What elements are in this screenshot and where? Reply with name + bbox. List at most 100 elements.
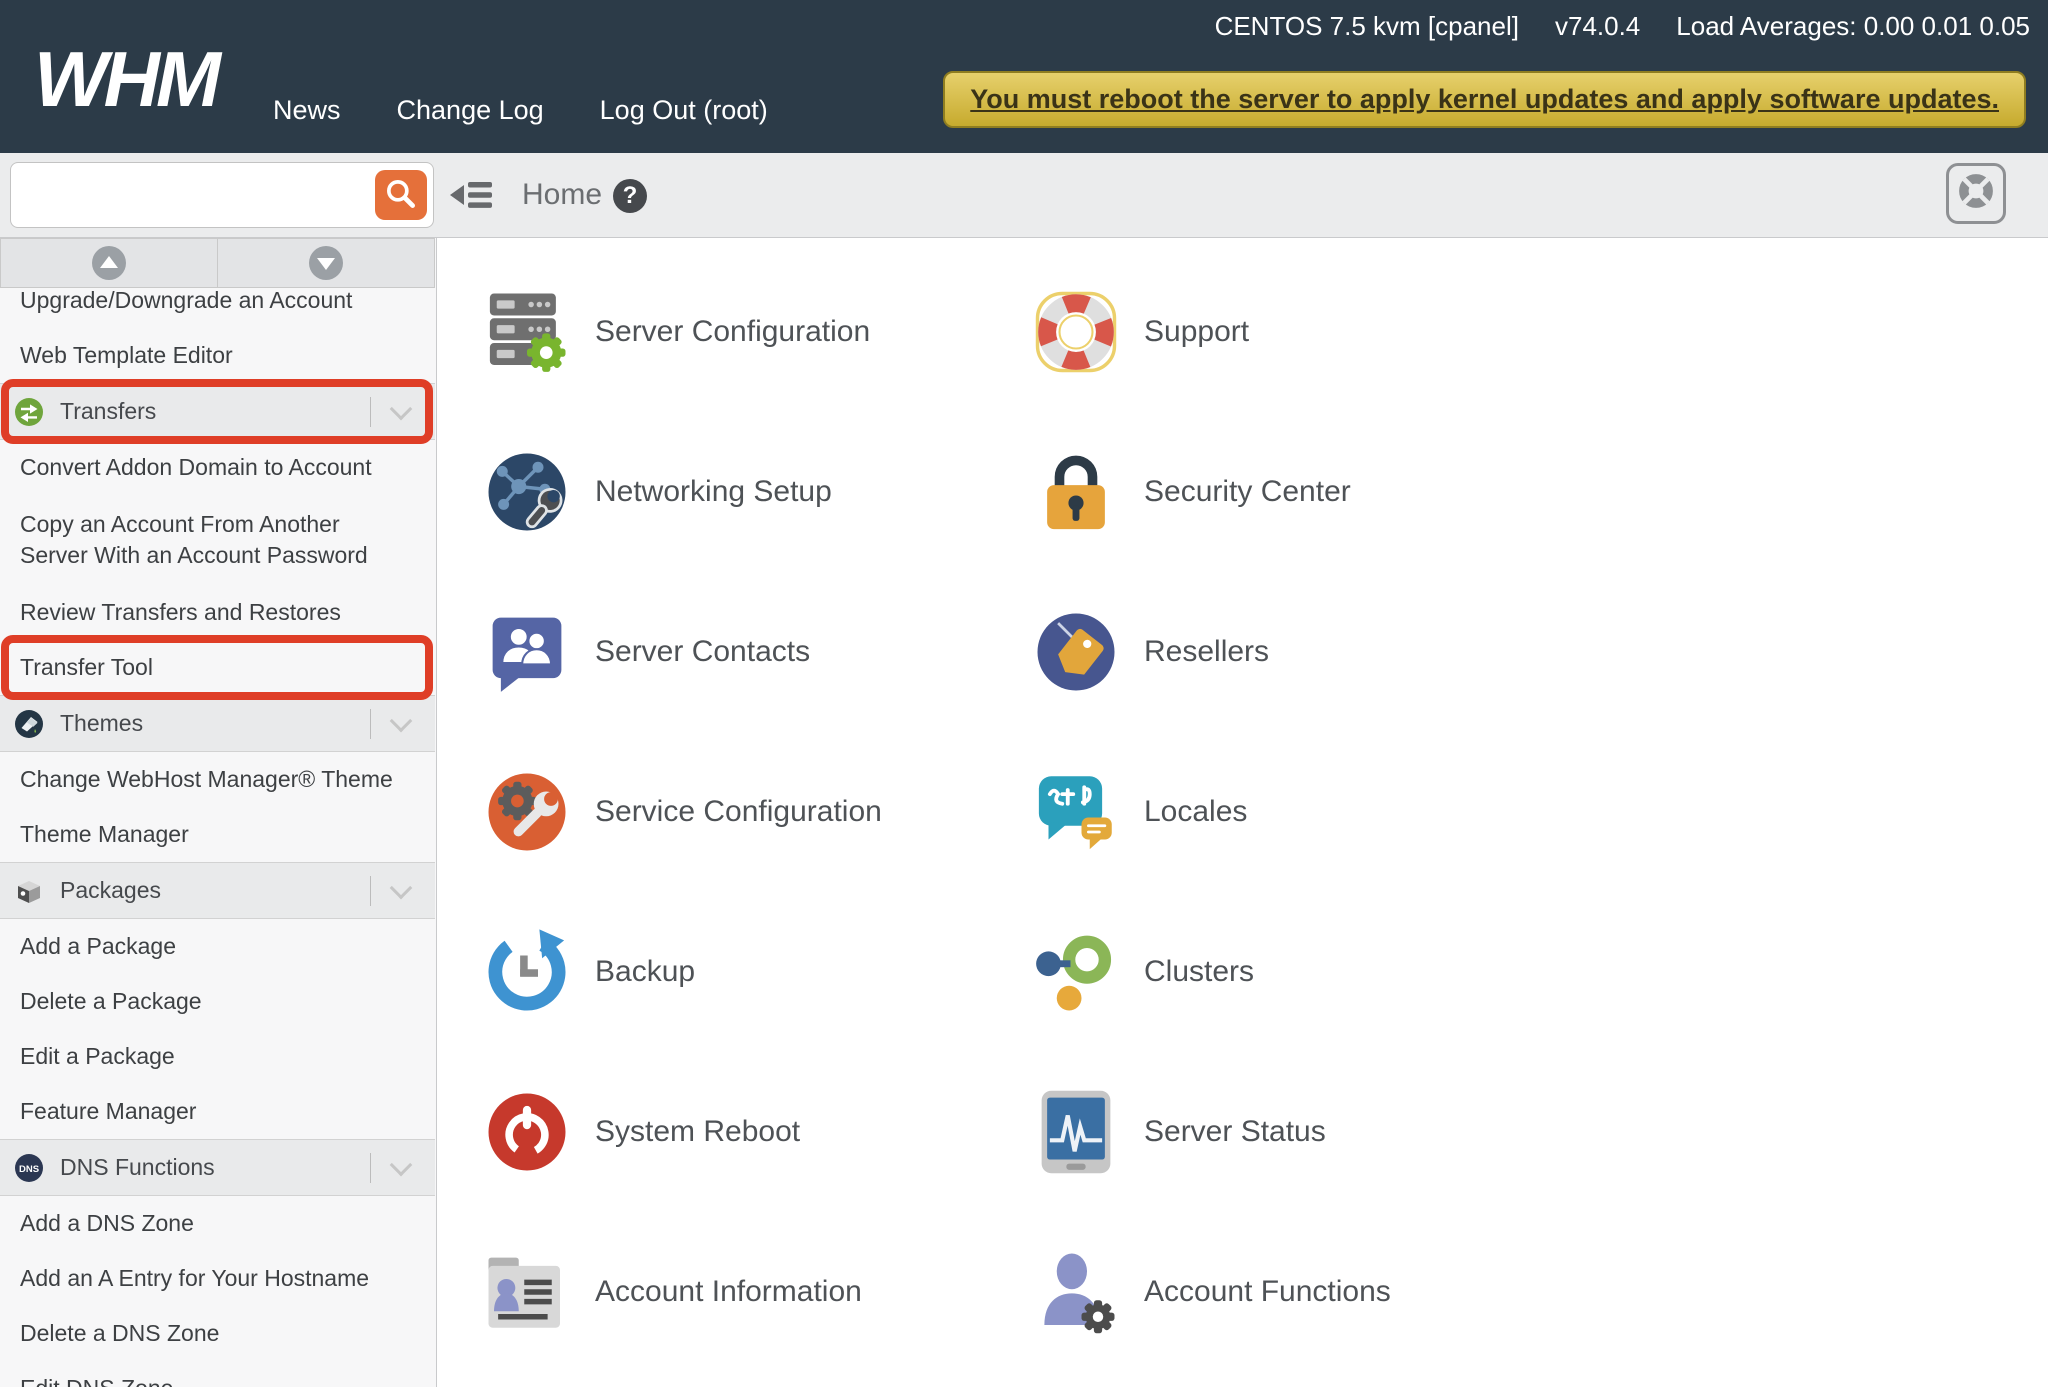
search-input[interactable] (11, 163, 382, 227)
category-label: Server Configuration (595, 315, 871, 348)
sidebar-item-label: Theme Manager (20, 821, 189, 847)
chevron-down-icon[interactable] (389, 397, 413, 420)
sidebar-item-review-transfers-and-restores[interactable]: Review Transfers and Restores (0, 585, 435, 640)
nav-log-out[interactable]: Log Out (root) (600, 95, 768, 126)
sidebar-item-label: Add an A Entry for Your Hostname (20, 1265, 370, 1291)
sidebar-item-web-template-editor[interactable]: Web Template Editor (0, 328, 435, 383)
chevron-down-icon[interactable] (389, 709, 413, 732)
category-locales[interactable]: Locales (1032, 768, 1247, 856)
category-label: System Reboot (595, 1115, 801, 1148)
sidebar-section-dns-functions[interactable]: DNS DNS Functions (0, 1139, 435, 1196)
category-server-configuration[interactable]: Server Configuration (483, 288, 870, 376)
category-label: Resellers (1144, 635, 1270, 668)
sidebar-item-label: Change WebHost Manager® Theme (20, 766, 393, 792)
category-account-functions[interactable]: Account Functions (1032, 1248, 1391, 1336)
sidebar-item-upgrade-downgrade-an-account[interactable]: Upgrade/Downgrade an Account (0, 273, 435, 328)
sidebar-item-theme-manager[interactable]: Theme Manager (0, 807, 435, 862)
svg-text:DNS: DNS (19, 1164, 39, 1175)
nav-change-log[interactable]: Change Log (397, 95, 544, 126)
sidebar-section-transfers[interactable]: Transfers (0, 379, 435, 444)
divider (370, 708, 371, 739)
category-clusters[interactable]: Clusters (1032, 928, 1254, 1016)
category-support[interactable]: Support (1032, 288, 1249, 376)
sidebar-item-change-webhost-manager-theme[interactable]: Change WebHost Manager® Theme (0, 752, 435, 807)
sidebar-item-label: Web Template Editor (20, 342, 233, 368)
whm-home-page: WHM News Change Log Log Out (root) CENTO… (0, 0, 2048, 1387)
account-functions-icon (1032, 1248, 1120, 1336)
sidebar-section-packages[interactable]: Packages (0, 862, 435, 919)
whm-logo: WHM (34, 35, 221, 123)
system-reboot-icon (483, 1088, 571, 1176)
sidebar-item-label: Transfers (60, 398, 157, 424)
divider (370, 875, 371, 906)
top-navbar: WHM News Change Log Log Out (root) CENTO… (0, 0, 2048, 153)
help-icon[interactable]: ? (613, 179, 647, 213)
lifebuoy-icon (1957, 172, 1995, 215)
sidebar-item-add-an-a-entry-for-your-hostname[interactable]: Add an A Entry for Your Hostname (0, 1251, 435, 1306)
security-center-icon (1032, 448, 1120, 536)
category-backup[interactable]: Backup (483, 928, 695, 1016)
themes-icon (14, 709, 44, 739)
sidebar-item-convert-addon-domain-to-account[interactable]: Convert Addon Domain to Account (0, 440, 435, 495)
category-account-information[interactable]: Account Information (483, 1248, 862, 1336)
breadcrumb[interactable]: Home (522, 153, 602, 237)
category-security-center[interactable]: Security Center (1032, 448, 1351, 536)
chevron-down-icon[interactable] (389, 1153, 413, 1176)
category-resellers[interactable]: Resellers (1032, 608, 1269, 696)
sidebar-item-delete-a-package[interactable]: Delete a Package (0, 974, 435, 1029)
resellers-icon (1032, 608, 1120, 696)
category-server-status[interactable]: Server Status (1032, 1088, 1326, 1176)
transfers-icon (14, 397, 44, 427)
category-label: Server Contacts (595, 635, 811, 668)
sidebar-item-label: Edit DNS Zone (20, 1375, 409, 1387)
packages-icon (14, 876, 44, 906)
sidebar-item-edit-a-package[interactable]: Edit a Package (0, 1029, 435, 1084)
sidebar-item-label: Packages (60, 877, 162, 903)
sidebar-item-feature-manager[interactable]: Feature Manager (0, 1084, 435, 1139)
divider (370, 1152, 371, 1183)
search-box (10, 162, 434, 228)
chevron-down-icon[interactable] (389, 876, 413, 899)
server-configuration-icon (483, 288, 571, 376)
status-os: CENTOS 7.5 kvm [cpanel] (1214, 11, 1519, 41)
category-service-configuration[interactable]: Service Configuration (483, 768, 882, 856)
backup-icon (483, 928, 571, 1016)
reboot-alert-banner[interactable]: You must reboot the server to apply kern… (943, 71, 2026, 128)
sidebar: Upgrade/Downgrade an Account Web Template… (0, 238, 437, 1387)
category-label: Account Functions (1144, 1275, 1391, 1308)
status-load-averages: Load Averages: 0.00 0.01 0.05 (1676, 11, 2030, 41)
sidebar-item-copy-an-account-from-another-server-with-an-account-password[interactable]: Copy an Account From Another Server With… (0, 495, 435, 585)
sidebar-item-transfer-tool[interactable]: Transfer Tool (0, 635, 435, 700)
sidebar-section-themes[interactable]: Themes (0, 695, 435, 752)
sidebar-item-label: Delete a DNS Zone (20, 1320, 220, 1346)
category-networking-setup[interactable]: Networking Setup (483, 448, 832, 536)
sidebar-item-add-a-package[interactable]: Add a Package (0, 919, 435, 974)
category-label: Support (1144, 315, 1250, 348)
account-information-icon (483, 1248, 571, 1336)
category-label: Clusters (1144, 955, 1255, 988)
locales-icon (1032, 768, 1120, 856)
status-version: v74.0.4 (1554, 11, 1641, 41)
sidebar-item-delete-a-dns-zone[interactable]: Delete a DNS Zone (0, 1306, 435, 1361)
divider (370, 396, 371, 427)
search-button[interactable] (375, 170, 427, 220)
category-label: Security Center (1144, 475, 1351, 508)
dns-icon: DNS (14, 1153, 44, 1183)
clusters-icon (1032, 928, 1120, 1016)
nav-news[interactable]: News (273, 95, 341, 126)
support-button[interactable] (1946, 163, 2006, 224)
sidebar-item-add-a-dns-zone[interactable]: Add a DNS Zone (0, 1196, 435, 1251)
category-label: Service Configuration (595, 795, 882, 828)
sidebar-item-edit-dns-zone[interactable]: Edit DNS Zone (0, 1361, 435, 1387)
sidebar-item-label: Edit a Package (20, 1043, 175, 1069)
category-label: Networking Setup (595, 475, 832, 508)
collapse-sidebar-icon[interactable] (449, 178, 495, 212)
sidebar-item-label: Upgrade/Downgrade an Account (20, 287, 353, 313)
category-system-reboot[interactable]: System Reboot (483, 1088, 800, 1176)
networking-setup-icon (483, 448, 571, 536)
category-server-contacts[interactable]: Server Contacts (483, 608, 810, 696)
sidebar-item-label: Themes (60, 710, 144, 736)
search-icon (382, 175, 420, 216)
sidebar-item-label: Add a DNS Zone (20, 1210, 194, 1236)
sidebar-item-label: DNS Functions (60, 1154, 215, 1180)
